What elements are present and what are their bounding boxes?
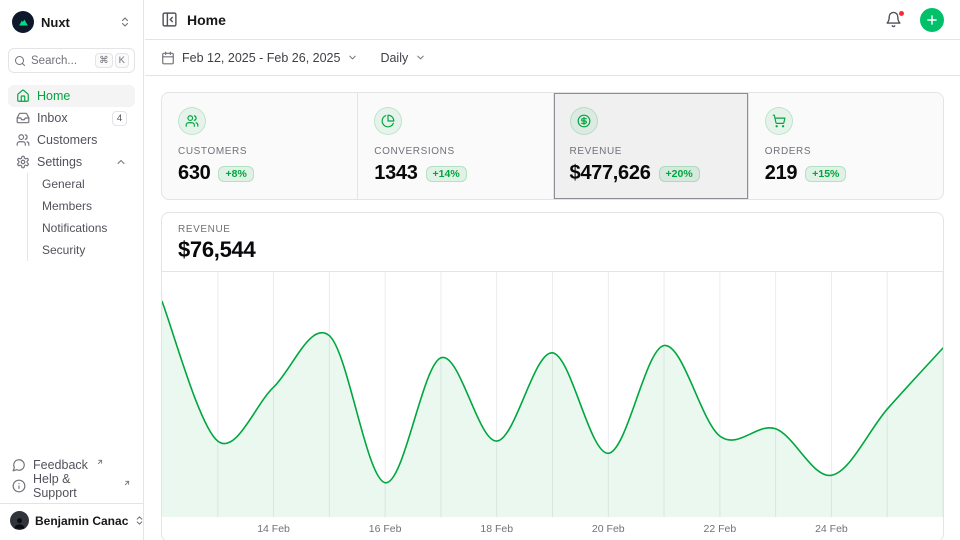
- x-axis: 14 Feb 16 Feb 18 Feb 20 Feb 22 Feb 24 Feb: [162, 517, 943, 540]
- stat-delta-badge: +14%: [426, 166, 467, 182]
- help-support-label: Help & Support: [33, 472, 115, 500]
- header: Home: [145, 0, 960, 40]
- search-shortcut: ⌘ K: [95, 53, 129, 68]
- x-axis-tick: 20 Feb: [592, 523, 625, 535]
- user-avatar: [10, 511, 29, 530]
- stat-delta-badge: +15%: [805, 166, 846, 182]
- user-name: Benjamin Canac: [35, 514, 128, 528]
- kbd-cmd: ⌘: [95, 53, 113, 68]
- x-axis-tick: 18 Feb: [480, 523, 513, 535]
- chart-total-value: $76,544: [178, 237, 927, 263]
- x-axis-tick: 24 Feb: [815, 523, 848, 535]
- x-axis-tick: 14 Feb: [257, 523, 290, 535]
- stat-card-revenue[interactable]: REVENUE $477,626 +20%: [553, 93, 748, 199]
- stat-card-conversions[interactable]: CONVERSIONS 1343 +14%: [357, 93, 552, 199]
- stat-delta-badge: +20%: [659, 166, 700, 182]
- granularity-select[interactable]: Daily: [380, 51, 426, 65]
- users-icon: [178, 107, 206, 135]
- sidebar-item-notifications[interactable]: Notifications: [36, 217, 135, 239]
- user-menu[interactable]: Benjamin Canac: [0, 503, 143, 532]
- sidebar-item-security[interactable]: Security: [36, 239, 135, 261]
- sidebar-item-label: Customers: [37, 133, 127, 147]
- chevron-up-icon: [115, 156, 127, 168]
- help-support-link[interactable]: Help & Support: [8, 475, 135, 496]
- inbox-count-badge: 4: [112, 111, 127, 126]
- add-button[interactable]: [920, 8, 944, 32]
- feedback-label: Feedback: [33, 458, 88, 472]
- chevron-down-icon: [415, 52, 426, 63]
- users-icon: [16, 133, 30, 147]
- plus-icon: [925, 13, 939, 27]
- sidebar-item-label: Settings: [37, 155, 108, 169]
- revenue-chart-card: REVENUE $76,544 14 Feb 16 Feb 18 Feb 20 Feb…: [161, 212, 944, 540]
- stat-label: CONVERSIONS: [374, 146, 536, 157]
- sidebar-item-settings[interactable]: Settings: [8, 151, 135, 173]
- sidebar-item-label: Inbox: [37, 111, 105, 125]
- sidebar-item-inbox[interactable]: Inbox 4: [8, 107, 135, 129]
- stat-value: 219: [765, 162, 797, 185]
- chart-header: REVENUE $76,544: [162, 213, 943, 272]
- chevrons-up-down-icon: [119, 16, 131, 28]
- notification-dot: [898, 10, 905, 17]
- chevron-down-icon: [347, 52, 358, 63]
- sidebar-item-customers[interactable]: Customers: [8, 129, 135, 151]
- stat-label: REVENUE: [570, 146, 732, 157]
- x-axis-tick: 22 Feb: [703, 523, 736, 535]
- search-icon: [14, 55, 26, 67]
- date-range-picker[interactable]: Feb 12, 2025 - Feb 26, 2025: [161, 51, 358, 65]
- inbox-icon: [16, 111, 30, 125]
- x-axis-tick: 16 Feb: [369, 523, 402, 535]
- granularity-value: Daily: [380, 51, 408, 65]
- gear-icon: [16, 155, 30, 169]
- sidebar: Nuxt ⌘ K Home Inbox 4: [0, 0, 144, 540]
- workspace-switcher[interactable]: Nuxt: [8, 8, 135, 36]
- info-icon: [12, 479, 26, 493]
- sidebar-item-home[interactable]: Home: [8, 85, 135, 107]
- stat-card-orders[interactable]: ORDERS 219 +15%: [748, 93, 943, 199]
- sidebar-item-label: Home: [37, 89, 127, 103]
- external-link-icon: [96, 458, 104, 466]
- main-panel: Home Feb 12, 2025 - Feb 26, 2025 Daily: [145, 0, 960, 540]
- search-input[interactable]: [31, 55, 79, 67]
- chart-title: REVENUE: [178, 224, 927, 235]
- stat-value: 630: [178, 162, 210, 185]
- stat-value: 1343: [374, 162, 417, 185]
- stat-card-customers[interactable]: CUSTOMERS 630 +8%: [162, 93, 357, 199]
- house-icon: [16, 89, 30, 103]
- sidebar-item-members[interactable]: Members: [36, 195, 135, 217]
- workspace-name: Nuxt: [41, 15, 112, 30]
- message-circle-icon: [12, 458, 26, 472]
- nuxt-logo-icon: [12, 11, 34, 33]
- external-link-icon: [123, 479, 131, 487]
- chart-pie-icon: [374, 107, 402, 135]
- settings-submenu: General Members Notifications Security: [27, 173, 135, 261]
- page-title: Home: [187, 12, 226, 28]
- notifications-button[interactable]: [885, 11, 903, 29]
- search-input-box[interactable]: ⌘ K: [8, 48, 135, 73]
- cart-icon: [765, 107, 793, 135]
- circle-dollar-icon: [570, 107, 598, 135]
- dashboard-content: CUSTOMERS 630 +8% CONVERSIONS 1343 +14%: [145, 76, 960, 540]
- stat-label: ORDERS: [765, 146, 927, 157]
- filters-toolbar: Feb 12, 2025 - Feb 26, 2025 Daily: [145, 40, 960, 76]
- chevrons-up-down-icon: [134, 515, 145, 526]
- sidebar-nav: Home Inbox 4 Customers Settings Genera: [8, 85, 135, 261]
- sidebar-item-general[interactable]: General: [36, 173, 135, 195]
- collapse-sidebar-button[interactable]: [161, 11, 178, 28]
- kbd-k: K: [115, 53, 129, 68]
- stats-row: CUSTOMERS 630 +8% CONVERSIONS 1343 +14%: [161, 92, 944, 200]
- date-range-value: Feb 12, 2025 - Feb 26, 2025: [182, 51, 340, 65]
- calendar-icon: [161, 51, 175, 65]
- stat-label: CUSTOMERS: [178, 146, 341, 157]
- stat-value: $477,626: [570, 162, 651, 185]
- chart-canvas: [162, 272, 943, 517]
- stat-delta-badge: +8%: [218, 166, 253, 182]
- revenue-area-chart: [162, 272, 943, 517]
